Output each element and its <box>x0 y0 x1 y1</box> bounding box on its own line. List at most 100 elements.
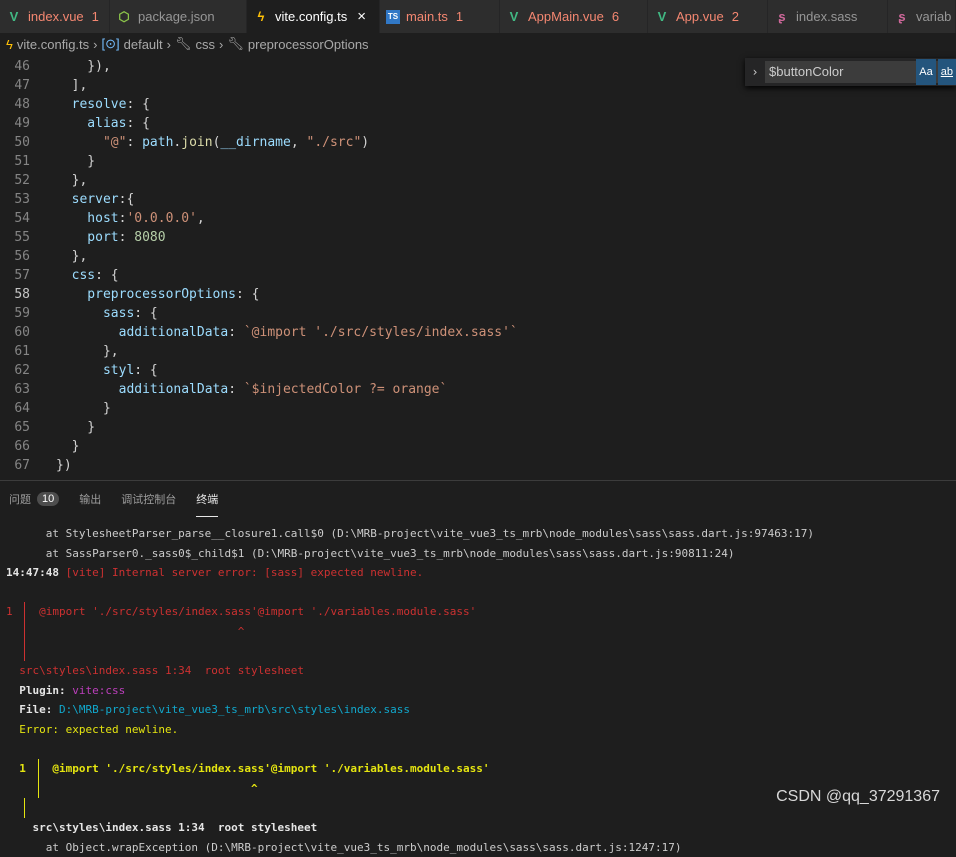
breadcrumb-preprocessor[interactable]: preprocessorOptions <box>248 37 369 52</box>
toggle-replace-chevron-icon[interactable]: › <box>745 65 765 79</box>
code-token: : { <box>134 306 157 321</box>
code-text: css: { <box>56 266 119 285</box>
terminal-line: src\styles\index.sass 1:34 root styleshe… <box>0 661 956 681</box>
tab-index-sass[interactable]: ʂindex.sass <box>768 0 888 33</box>
code-text: }, <box>56 342 119 361</box>
breadcrumb-css[interactable]: css <box>196 37 216 52</box>
error-gutter-bar <box>38 759 39 779</box>
find-input-value: $buttonColor <box>769 61 914 83</box>
code-token: }) <box>56 458 72 473</box>
error-gutter-bar <box>24 798 25 818</box>
code-token: : { <box>95 268 118 283</box>
vite-bolt-icon: ϟ <box>253 9 269 24</box>
tab-vite-config-ts[interactable]: ϟvite.config.ts× <box>247 0 380 33</box>
tab-label: variab <box>916 9 951 24</box>
code-token: } <box>56 420 95 435</box>
code-token: , <box>197 211 205 226</box>
tab-app-vue[interactable]: VApp.vue2 <box>648 0 768 33</box>
code-line: 65 } <box>0 418 956 437</box>
code-line: 53 server:{ <box>0 190 956 209</box>
line-number: 49 <box>0 114 56 133</box>
problem-count: 1 <box>92 9 99 24</box>
terminal-output[interactable]: at StylesheetParser_parse__closure1.call… <box>0 517 956 857</box>
terminal-line: at Object.wrapException (D:\MRB-project\… <box>0 838 956 857</box>
code-token: additionalData <box>56 325 228 340</box>
terminal-token: Error: expected newline. <box>6 723 178 736</box>
code-editor[interactable]: 46 }),47 ],48 resolve: {49 alias: {50 "@… <box>0 57 956 479</box>
vite-bolt-icon: ϟ <box>6 37 13 52</box>
code-token: } <box>56 401 111 416</box>
watermark: CSDN @qq_37291367 <box>776 788 940 806</box>
terminal-line <box>0 740 956 760</box>
code-text: resolve: { <box>56 95 150 114</box>
code-line: 52 }, <box>0 171 956 190</box>
match-case-toggle[interactable]: Aa <box>916 59 935 85</box>
tab-appmain-vue[interactable]: VAppMain.vue6 <box>500 0 648 33</box>
tab-label: package.json <box>138 9 215 24</box>
whole-word-toggle[interactable]: ab <box>938 59 956 85</box>
terminal-line: 14:47:48 [vite] Internal server error: [… <box>0 563 956 583</box>
chevron-right-icon: › <box>167 37 171 52</box>
problem-count: 6 <box>612 9 619 24</box>
tab-problems[interactable]: 问题10 <box>9 481 59 517</box>
code-token: port <box>56 230 119 245</box>
line-number: 62 <box>0 361 56 380</box>
tab-main-ts[interactable]: TSmain.ts1 <box>380 0 500 33</box>
line-number: 53 <box>0 190 56 209</box>
tab-label: index.vue <box>28 9 84 24</box>
chevron-right-icon: › <box>219 37 223 52</box>
code-token: }), <box>56 59 111 74</box>
line-number: 47 <box>0 76 56 95</box>
terminal-token: at SassParser0._sass0$_child$1 (D:\MRB-p… <box>6 547 734 560</box>
line-number: 51 <box>0 152 56 171</box>
line-number: 64 <box>0 399 56 418</box>
tab-index-vue[interactable]: Vindex.vue1 <box>0 0 110 33</box>
code-token: preprocessorOptions <box>56 287 236 302</box>
terminal-token: Plugin: <box>6 684 72 697</box>
code-token: server <box>56 192 119 207</box>
tab-label: App.vue <box>676 9 724 24</box>
code-token: "./src" <box>307 135 362 150</box>
code-token: : <box>228 325 244 340</box>
terminal-line: 1 @import './src/styles/index.sass'@impo… <box>0 602 956 622</box>
code-text: } <box>56 437 79 456</box>
tab-debug-console[interactable]: 调试控制台 <box>121 481 176 517</box>
tab-variab[interactable]: ʂvariab <box>888 0 956 33</box>
tab-label: 问题 <box>9 491 31 507</box>
code-token: : { <box>134 363 157 378</box>
close-icon[interactable]: × <box>357 8 366 25</box>
breadcrumb: ϟ vite.config.ts› [⊙]default› 🔧︎css› 🔧︎p… <box>0 33 956 55</box>
line-number: 67 <box>0 456 56 475</box>
tab-output[interactable]: 输出 <box>79 481 101 517</box>
terminal-token: 14:47:48 <box>6 566 66 579</box>
tab-terminal[interactable]: 终端 <box>196 481 218 517</box>
code-token: : { <box>236 287 259 302</box>
code-token: __dirname <box>220 135 290 150</box>
terminal-line: at StylesheetParser_parse__closure1.call… <box>0 524 956 544</box>
code-line: 49 alias: { <box>0 114 956 133</box>
error-gutter-bar <box>24 602 25 622</box>
terminal-token: 1 <box>6 762 39 775</box>
breadcrumb-file[interactable]: vite.config.ts <box>17 37 89 52</box>
tab-package-json[interactable]: ⬡package.json <box>110 0 247 33</box>
problem-count: 1 <box>456 9 463 24</box>
tab-label: AppMain.vue <box>528 9 604 24</box>
code-token: resolve <box>56 97 126 112</box>
code-text: sass: { <box>56 304 158 323</box>
code-token: } <box>56 154 95 169</box>
code-text: }, <box>56 247 87 266</box>
code-token: host <box>56 211 119 226</box>
breadcrumb-default[interactable]: default <box>124 37 163 52</box>
find-widget: › $buttonColor Aa ab <box>745 58 956 86</box>
terminal-line: ^ <box>0 622 956 642</box>
code-token: "@" <box>56 135 126 150</box>
terminal-line: Plugin: vite:css <box>0 681 956 701</box>
error-gutter-bar <box>24 622 25 642</box>
line-number: 60 <box>0 323 56 342</box>
wrench-icon: 🔧︎ <box>175 36 192 52</box>
terminal-line: 1 @import './src/styles/index.sass'@impo… <box>0 759 956 779</box>
find-input[interactable]: $buttonColor Aa ab <box>765 61 956 83</box>
code-text: } <box>56 418 95 437</box>
variable-icon: [⊙] <box>102 36 120 52</box>
code-line: 57 css: { <box>0 266 956 285</box>
